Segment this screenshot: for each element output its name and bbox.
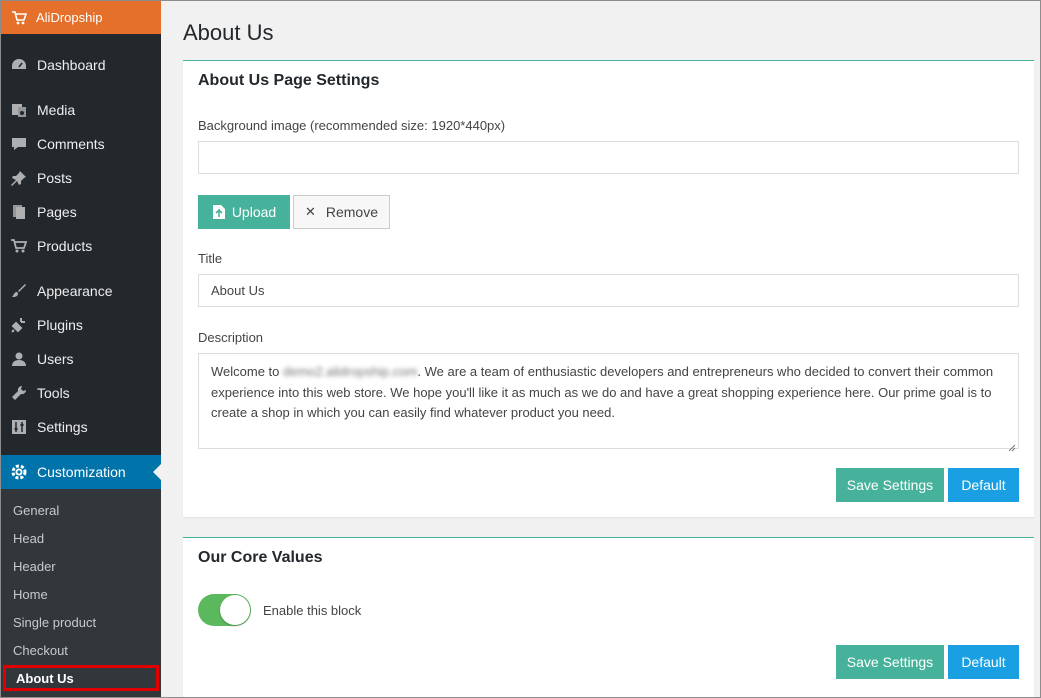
description-prefix: Welcome to [211,364,284,379]
sidebar-item-label: Customization [37,464,126,480]
panel-title: About Us Page Settings [198,72,380,89]
upload-button[interactable]: Upload [198,195,290,229]
customization-submenu: General Head Header Home Single product … [1,489,161,697]
sidebar-item-customization[interactable]: Customization [1,455,161,489]
save-settings-button[interactable]: Save Settings [836,468,944,502]
resize-grip-icon[interactable] [1008,438,1016,452]
pin-icon [10,169,28,187]
media-icon [10,101,28,119]
sidebar-item-comments[interactable]: Comments [1,127,161,161]
user-icon [10,350,28,368]
remove-button[interactable]: ✕ Remove [293,195,390,229]
background-image-label: Background image (recommended size: 1920… [198,118,506,133]
comments-icon [10,135,28,153]
default-button[interactable]: Default [948,645,1019,679]
sidebar-item-posts[interactable]: Posts [1,161,161,195]
submenu-item-home[interactable]: Home [1,580,161,608]
submenu-item-header[interactable]: Header [1,552,161,580]
sidebar-item-label: Comments [37,136,105,152]
cart-plane-icon [11,10,27,26]
submenu-item-about-us[interactable]: About Us [3,665,159,691]
sidebar-item-pages[interactable]: Pages [1,195,161,229]
sidebar-item-label: Plugins [37,317,83,333]
brand-item[interactable]: AliDropship [1,1,161,34]
dashboard-icon [10,56,28,74]
background-image-input[interactable] [198,141,1019,174]
sidebar-item-label: Products [37,238,93,254]
toggle-knob [220,595,250,625]
brush-icon [10,282,28,300]
sidebar-item-dashboard[interactable]: Dashboard [1,48,161,82]
brand-label: AliDropship [36,10,103,25]
sidebar-item-settings[interactable]: Settings [1,410,161,444]
title-input[interactable]: About Us [198,274,1019,307]
app-window: AliDropship Dashboard Media Comments Pos… [0,0,1041,698]
save-settings-button[interactable]: Save Settings [836,645,944,679]
sidebar-item-label: Media [37,102,76,118]
submenu-item-single-product[interactable]: Single product [1,608,161,636]
sidebar-item-users[interactable]: Users [1,342,161,376]
sliders-icon [10,418,28,436]
core-values-panel: Our Core Values Enable this block Save S… [183,537,1034,697]
close-icon: ✕ [304,204,316,219]
description-domain: demo2.alidropship.com [283,364,418,379]
cart-icon [10,237,28,255]
about-us-settings-panel: About Us Page Settings Background image … [183,60,1034,517]
sidebar-item-label: Settings [37,419,88,435]
sidebar-item-label: Appearance [37,283,113,299]
submenu-item-checkout[interactable]: Checkout [1,636,161,664]
sidebar-item-tools[interactable]: Tools [1,376,161,410]
submenu-item-head[interactable]: Head [1,524,161,552]
sidebar-item-label: Dashboard [37,57,106,73]
description-textarea[interactable]: Welcome to demo2.alidropship.com. We are… [198,353,1019,452]
enable-block-toggle[interactable] [198,594,251,626]
submenu-item-general[interactable]: General [1,496,161,524]
wrench-icon [10,384,28,402]
main-content: About Us About Us Page Settings Backgrou… [161,1,1040,697]
sidebar-item-media[interactable]: Media [1,93,161,127]
toggle-label: Enable this block [263,603,362,618]
plugin-icon [10,316,28,334]
pages-icon [10,203,28,221]
gear-icon [10,463,28,481]
sidebar-item-appearance[interactable]: Appearance [1,274,161,308]
panel-title: Our Core Values [198,549,323,566]
title-label: Title [198,251,223,266]
description-label: Description [198,330,264,345]
sidebar-item-label: Posts [37,170,73,186]
sidebar-item-products[interactable]: Products [1,229,161,263]
upload-label: Upload [231,204,277,220]
sidebar-item-label: Pages [37,204,77,220]
sidebar-item-label: Users [37,351,74,367]
sidebar-item-plugins[interactable]: Plugins [1,308,161,342]
page-title: About Us [183,20,274,45]
remove-label: Remove [325,204,379,220]
sidebar-item-label: Tools [37,385,70,401]
upload-icon [212,204,226,220]
admin-sidebar: AliDropship Dashboard Media Comments Pos… [1,1,161,697]
default-button[interactable]: Default [948,468,1019,502]
